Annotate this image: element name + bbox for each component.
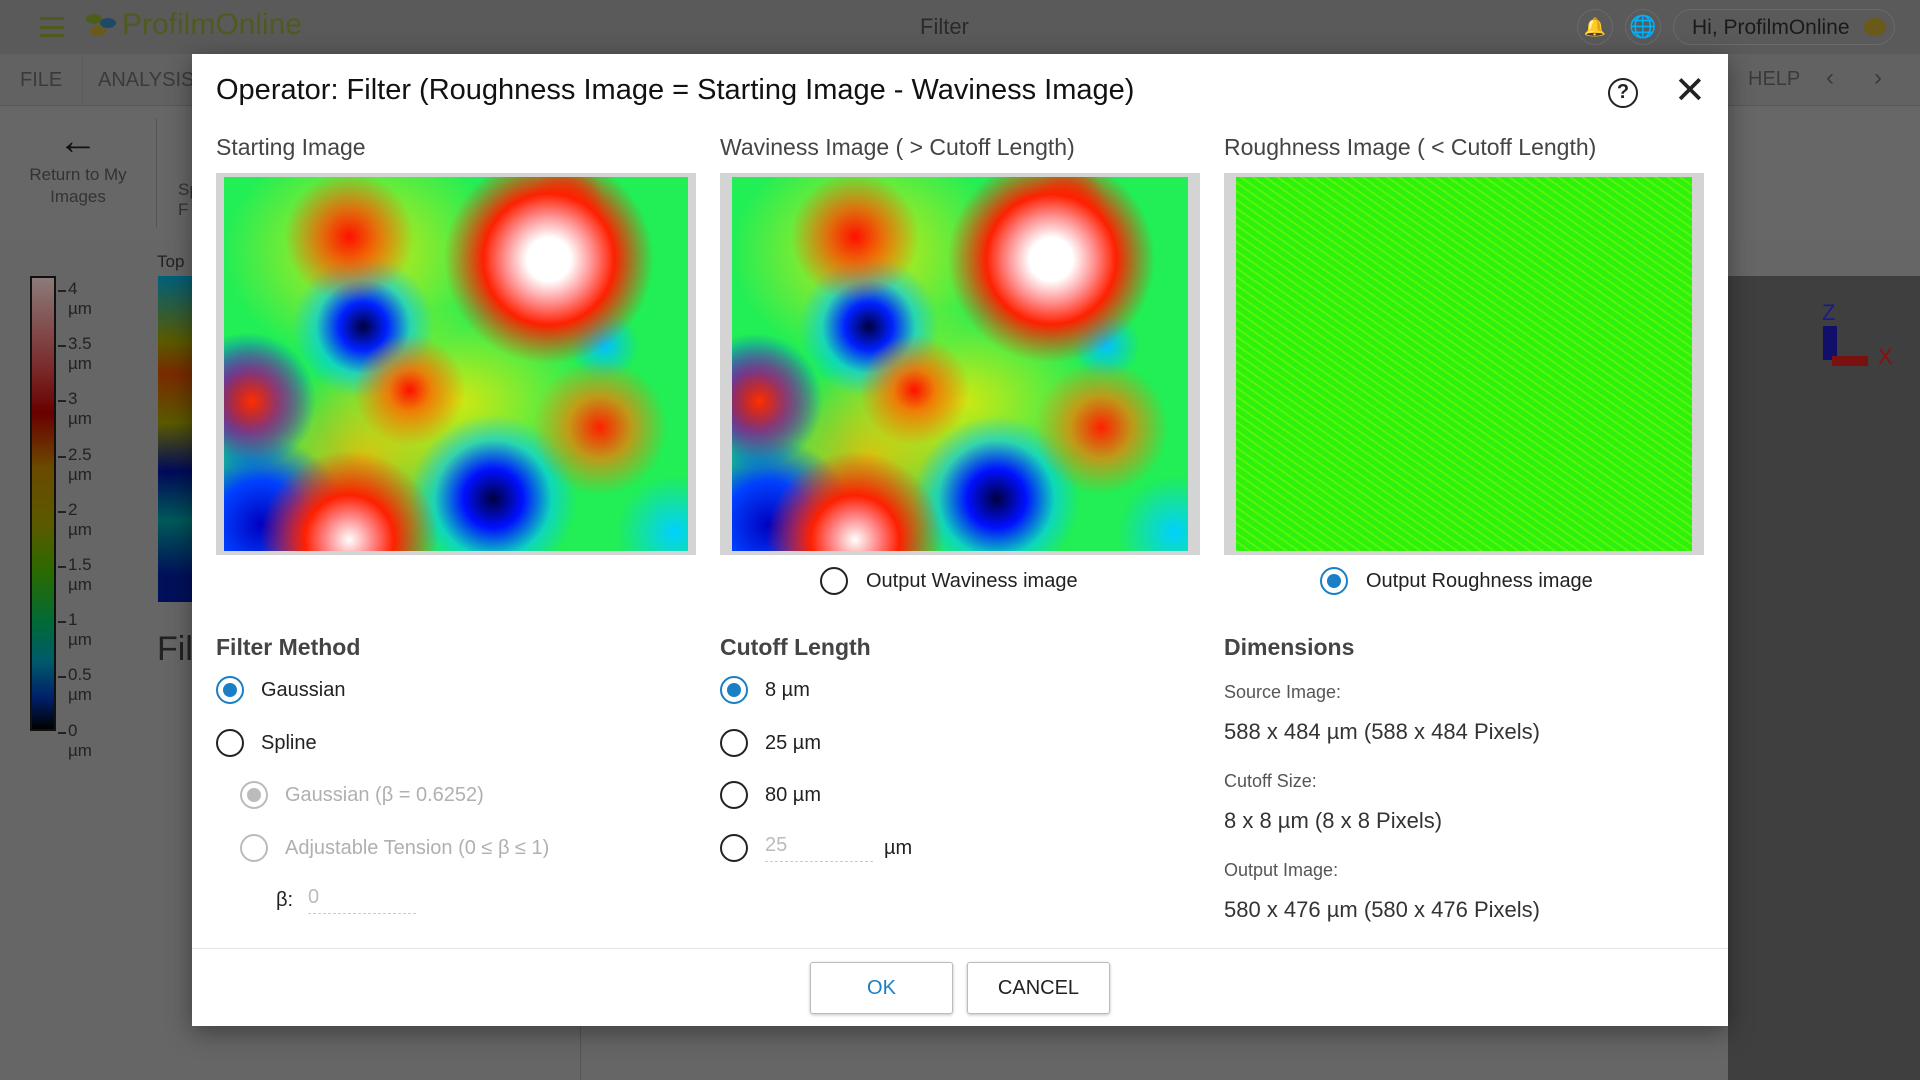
axis-z-label: Z [1822,300,1836,325]
return-label: Return to My Images [29,165,127,206]
cutoff-8-radio[interactable] [720,676,748,704]
colorbar-tick [58,566,66,568]
menu-scroll-right-icon[interactable]: › [1874,64,1882,92]
colorbar-tick [58,455,66,458]
background-image-strip [158,276,192,602]
adjustable-tension-radio[interactable] [240,834,268,862]
view-label: Top [157,252,185,271]
starting-image-title: Starting Image [216,134,366,160]
axis-x-arrow-icon [1832,356,1868,366]
beta-label: β: [276,889,294,911]
waviness-image-title: Waviness Image ( > Cutoff Length) [720,134,1075,160]
spline-gaussian-label: Gaussian (β = 0.6252) [285,784,484,806]
help-icon[interactable]: ? [1608,78,1638,108]
filter-dialog: Operator: Filter (Roughness Image = Star… [192,54,1728,1026]
ok-button[interactable]: OK [810,962,953,1014]
return-to-my-images-button[interactable]: ← Return to My Images [14,118,142,228]
cutoff-size-label: Cutoff Size: [1224,771,1317,791]
page-title: Filter [920,14,969,39]
beta-input[interactable]: 0 [308,886,416,914]
menu-help[interactable]: HELP [1748,68,1800,91]
top-app-bar: ProfilmOnline Filter 🔔 🌐 Hi, ProfilmOnli… [0,0,1920,54]
colorbar-tick [58,621,66,624]
cutoff-80-label: 80 µm [765,784,821,806]
gaussian-label: Gaussian [261,679,346,701]
footer-divider [192,948,1728,949]
cutoff-8-label: 8 µm [765,679,810,701]
colorbar-tick-label: 2 µm [68,499,92,539]
spline-radio[interactable] [216,729,244,757]
cancel-button[interactable]: CANCEL [967,962,1110,1014]
cutoff-25-label: 25 µm [765,732,821,754]
waviness-image [720,173,1200,555]
language-globe-icon[interactable]: 🌐 [1625,9,1661,45]
cutoff-size-value: 8 x 8 µm (8 x 8 Pixels) [1224,808,1443,833]
cutoff-custom-unit: µm [884,837,913,859]
colorbar-tick [58,676,66,679]
output-waviness-radio[interactable] [820,567,848,595]
output-image-label: Output Image: [1224,860,1339,880]
menu-file[interactable]: FILE [0,54,84,106]
menu-scroll-left-icon[interactable]: ‹ [1826,64,1834,92]
colorbar-tick-label: 0 µm [68,720,92,760]
user-menu-button[interactable]: Hi, ProfilmOnline [1673,9,1895,45]
spline-gaussian-radio[interactable] [240,781,268,809]
output-waviness-label: Output Waviness image [866,570,1078,592]
dimensions-heading: Dimensions [1224,634,1355,660]
toolbar-divider [156,118,157,228]
colorbar-tick [58,345,66,348]
dialog-title: Operator: Filter (Roughness Image = Star… [216,74,1135,106]
source-image-label: Source Image: [1224,682,1342,702]
scene-divider [580,1026,581,1080]
spline-label: Spline [261,732,317,754]
output-roughness-label: Output Roughness image [1366,570,1593,592]
hamburger-menu-icon[interactable] [40,17,64,37]
colorbar-tick-label: 2.5 µm [68,444,92,484]
colorbar-tick-label: 1 µm [68,610,92,650]
filter-method-heading: Filter Method [216,634,361,660]
axis-x-label: X [1878,344,1893,369]
colorbar-tick-label: 4 µm [68,279,92,318]
roughness-image [1224,173,1704,555]
output-image-value: 580 x 476 µm (580 x 476 Pixels) [1224,897,1540,922]
colorbar-tick [58,400,66,403]
user-greeting: Hi, ProfilmOnline [1692,16,1850,39]
output-roughness-radio[interactable] [1320,567,1348,595]
cutoff-25-radio[interactable] [720,729,748,757]
cutoff-80-radio[interactable] [720,781,748,809]
axis-z-arrow-icon [1823,326,1837,360]
starting-image [216,173,696,555]
brand-name[interactable]: ProfilmOnline [122,8,302,42]
gaussian-radio[interactable] [216,676,244,704]
background-heading: Fil [157,630,193,668]
cutoff-length-heading: Cutoff Length [720,634,871,660]
colorbar-tick [58,510,66,513]
3d-viewer[interactable]: Z X [1728,276,1920,1080]
brand-logo-icon [86,14,120,38]
colorbar-tick-label: 1.5 µm [68,555,92,594]
source-image-value: 588 x 484 µm (588 x 484 Pixels) [1224,719,1540,744]
arrow-left-icon: ← [58,119,98,163]
colorbar-tick [58,290,66,292]
adjustable-tension-label: Adjustable Tension (0 ≤ β ≤ 1) [285,837,550,859]
notifications-bell-icon[interactable]: 🔔 [1577,9,1613,45]
colorbar-tick [58,731,66,734]
cutoff-custom-input[interactable]: 25 [765,834,873,862]
colorbar [30,276,56,731]
colorbar-tick-label: 0.5 µm [68,665,92,705]
colorbar-tick-label: 3 µm [68,389,92,429]
colorbar-tick-label: 3.5 µm [68,334,92,374]
cutoff-custom-radio[interactable] [720,834,748,862]
avatar [1864,18,1886,36]
roughness-image-title: Roughness Image ( < Cutoff Length) [1224,134,1597,160]
close-icon[interactable]: ✕ [1674,68,1706,113]
